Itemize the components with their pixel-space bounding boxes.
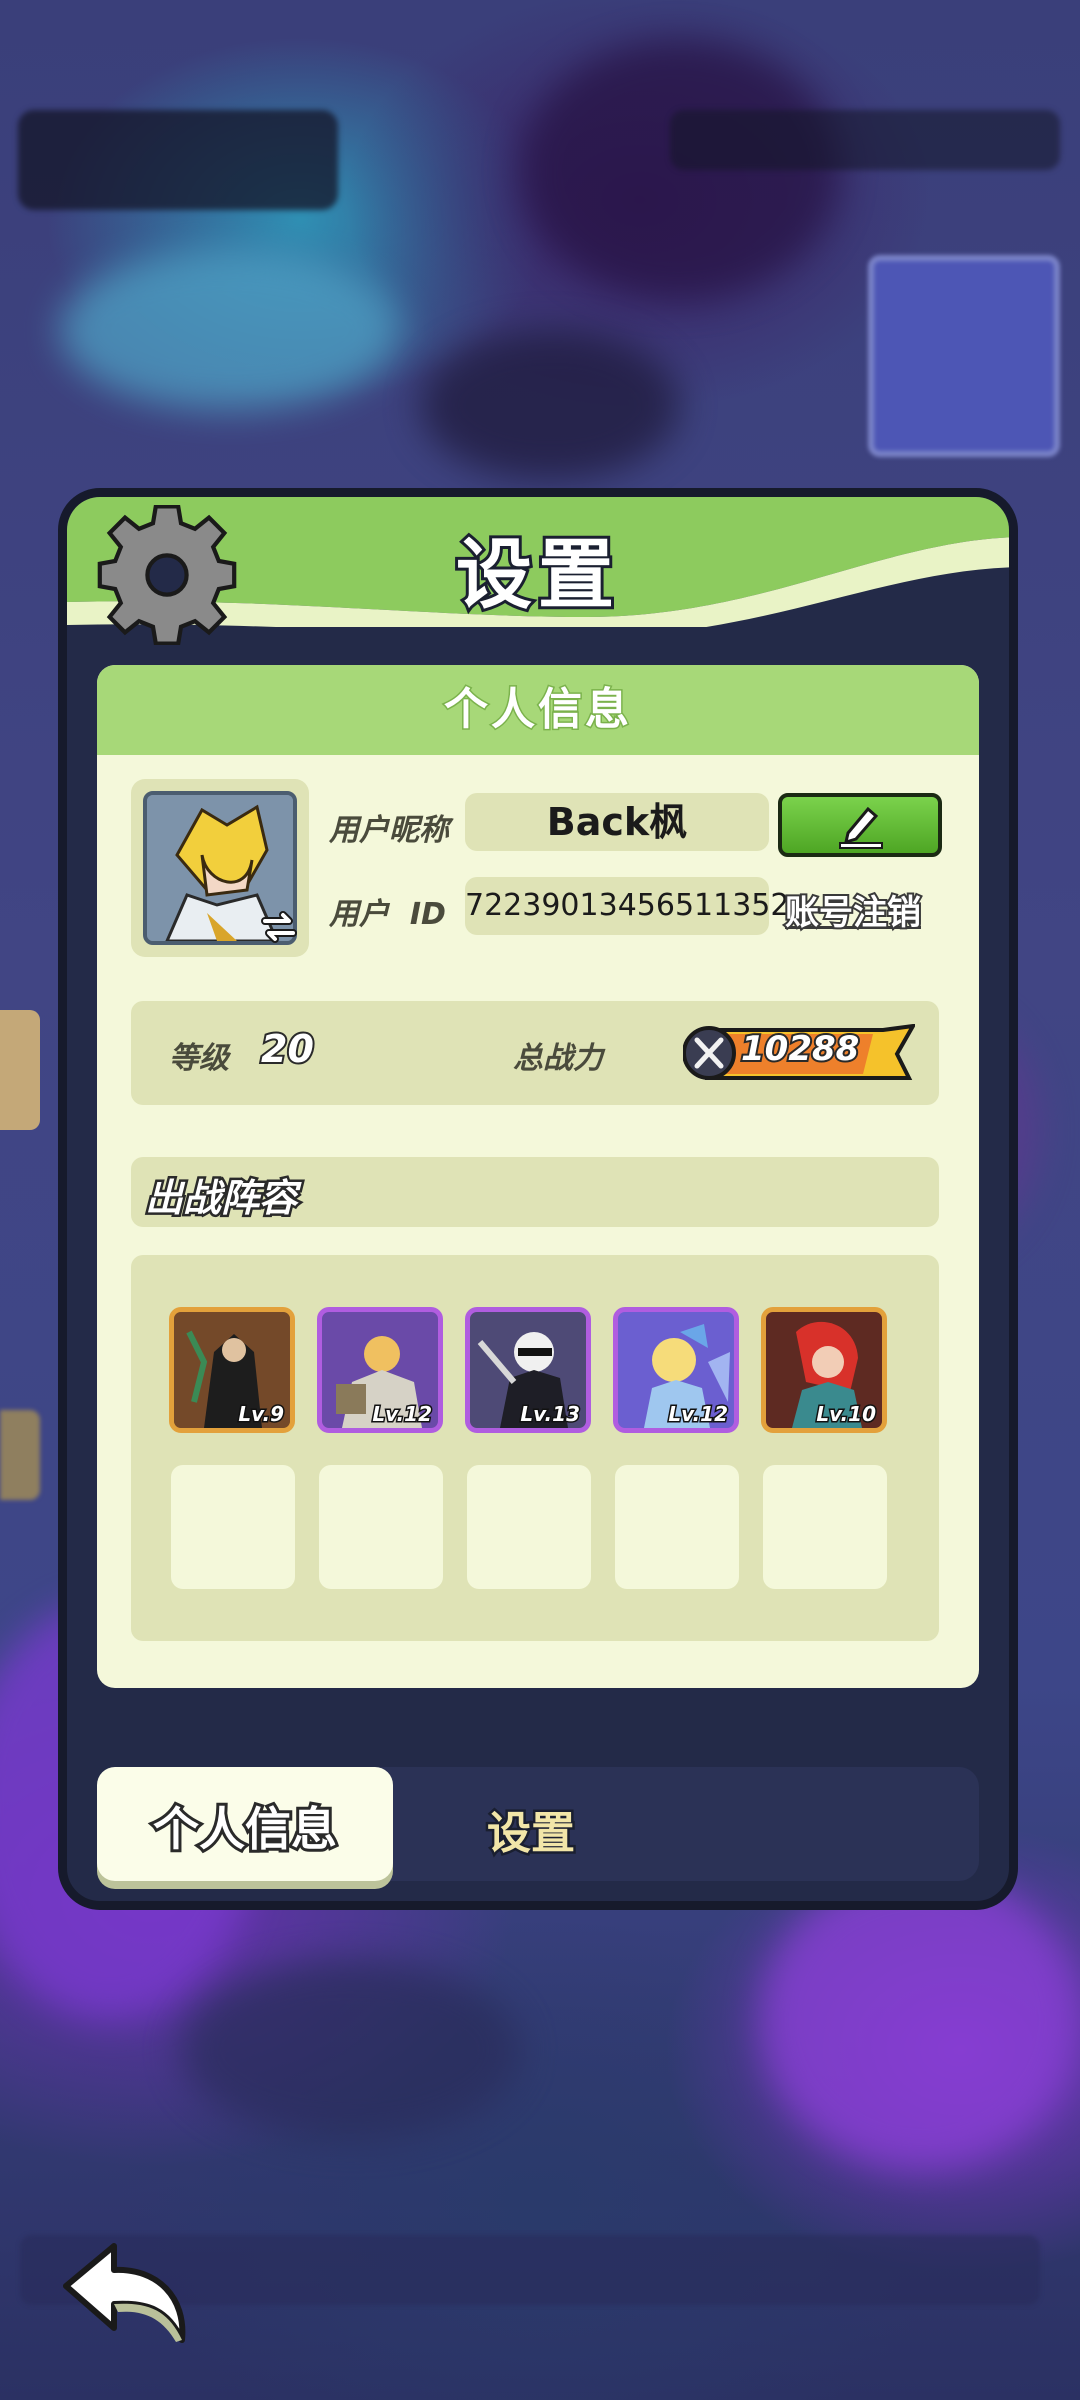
hero-card[interactable]: Lv.10 <box>761 1307 887 1433</box>
hero-card[interactable]: Lv.13 <box>465 1307 591 1433</box>
power-value: 10288 <box>739 1027 861 1071</box>
empty-slot[interactable] <box>615 1465 739 1589</box>
level-value: 20 <box>259 1025 316 1073</box>
pencil-icon <box>839 806 883 849</box>
edit-nickname-button[interactable] <box>778 793 942 857</box>
delete-account-link[interactable]: 账号注销 <box>783 885 923 935</box>
minimap <box>868 255 1060 457</box>
level-label: 等级 <box>169 1041 229 1076</box>
power-label: 总战力 <box>513 1041 603 1076</box>
player-hud <box>18 110 338 210</box>
tab-profile[interactable]: 个人信息 <box>97 1767 393 1881</box>
hero-level: Lv.12 <box>371 1401 434 1428</box>
hero-level: Lv.13 <box>519 1401 582 1428</box>
empty-slot[interactable] <box>763 1465 887 1589</box>
hero-card[interactable]: Lv.12 <box>613 1307 739 1433</box>
swap-arrows-icon[interactable] <box>259 907 299 947</box>
card-header: 个人信息 <box>97 665 979 755</box>
user-id-field: 72239013456511352 <box>465 877 789 935</box>
lineup-header: 出战阵容 <box>131 1157 939 1227</box>
lineup-title: 出战阵容 <box>142 1174 299 1223</box>
side-tab <box>0 1010 40 1130</box>
resource-bar <box>670 110 1060 170</box>
hero-level: Lv.12 <box>667 1401 730 1428</box>
tab-settings[interactable]: 设置 <box>485 1797 578 1862</box>
empty-slot[interactable] <box>319 1465 443 1589</box>
avatar-frame[interactable] <box>131 779 309 957</box>
settings-panel: 设置 个人信息 用户昵称 Back枫 用户 ID 722390134565113… <box>58 488 1018 1910</box>
empty-slot[interactable] <box>467 1465 591 1589</box>
tab-profile-label: 个人信息 <box>150 1799 340 1859</box>
tab-bar: 个人信息 设置 <box>97 1767 979 1881</box>
hero-level: Lv.9 <box>237 1401 286 1428</box>
hero-level: Lv.10 <box>815 1401 878 1428</box>
profile-card: 个人信息 用户昵称 Back枫 用户 ID 72239013456511352 … <box>97 665 979 1688</box>
gear-icon <box>97 505 237 645</box>
empty-slot[interactable] <box>171 1465 295 1589</box>
nickname-label: 用户昵称 <box>329 813 449 848</box>
hero-card[interactable]: Lv.12 <box>317 1307 443 1433</box>
lineup-box: Lv.9 Lv.12 Lv.13 Lv.12 Lv.10 <box>131 1255 939 1641</box>
hero-card[interactable]: Lv.9 <box>169 1307 295 1433</box>
back-arrow-icon[interactable] <box>58 2238 194 2348</box>
nickname-field: Back枫 <box>465 793 769 851</box>
user-id-label: 用户 ID <box>329 897 446 932</box>
side-tab <box>0 1410 40 1500</box>
stats-row: 等级 20 总战力 10288 <box>131 1001 939 1105</box>
